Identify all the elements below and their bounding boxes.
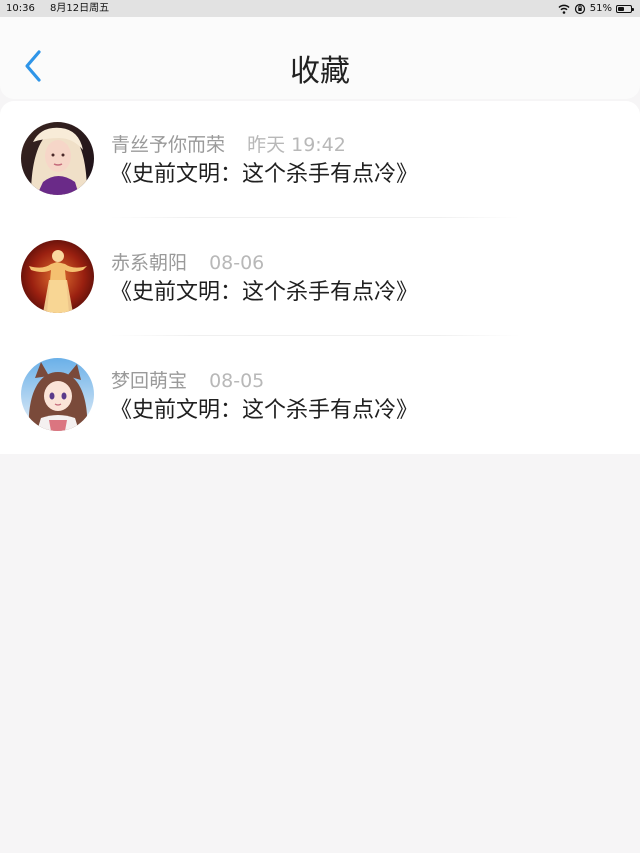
favorites-list: 青丝予你而荣 昨天 19:42 《史前文明：这个杀手有点冷》 赤系朝阳 08-0… (0, 101, 640, 454)
list-item[interactable]: 梦回萌宝 08-05 《史前文明：这个杀手有点冷》 (0, 337, 640, 455)
item-meta: 赤系朝阳 08-06 (111, 248, 264, 275)
avatar[interactable] (21, 240, 94, 313)
list-item[interactable]: 赤系朝阳 08-06 《史前文明：这个杀手有点冷》 (0, 219, 640, 337)
status-bar: 10:36 8月12日周五 51% (0, 0, 640, 17)
status-left: 10:36 8月12日周五 (6, 0, 121, 17)
username[interactable]: 梦回萌宝 (111, 370, 187, 392)
item-meta: 青丝予你而荣 昨天 19:42 (111, 130, 346, 157)
username[interactable]: 青丝予你而荣 (111, 134, 225, 156)
timestamp: 08-06 (209, 252, 265, 274)
avatar-blonde-girl-image (21, 122, 94, 195)
avatar-anime-girl-image (21, 358, 94, 431)
status-time: 10:36 (6, 3, 35, 14)
book-title[interactable]: 《史前文明：这个杀手有点冷》 (110, 156, 418, 188)
username[interactable]: 赤系朝阳 (111, 252, 187, 274)
page-title: 收藏 (290, 54, 350, 89)
divider (110, 335, 520, 336)
avatar[interactable] (21, 358, 94, 431)
avatar[interactable] (21, 122, 94, 195)
status-right: 51% (558, 0, 634, 17)
wifi-icon (558, 4, 570, 14)
book-title[interactable]: 《史前文明：这个杀手有点冷》 (110, 392, 418, 424)
battery-percent: 51% (589, 3, 612, 14)
status-date: 8月12日周五 (50, 3, 110, 14)
list-item[interactable]: 青丝予你而荣 昨天 19:42 《史前文明：这个杀手有点冷》 (0, 101, 640, 219)
battery-icon (616, 4, 634, 13)
book-title[interactable]: 《史前文明：这个杀手有点冷》 (110, 274, 418, 306)
nav-bar: 收藏 (0, 17, 640, 99)
avatar-golden-figure-image (21, 240, 94, 313)
divider (110, 217, 520, 218)
timestamp: 昨天 19:42 (247, 134, 346, 156)
item-meta: 梦回萌宝 08-05 (111, 366, 264, 393)
rotation-lock-icon (574, 3, 585, 14)
timestamp: 08-05 (209, 370, 265, 392)
